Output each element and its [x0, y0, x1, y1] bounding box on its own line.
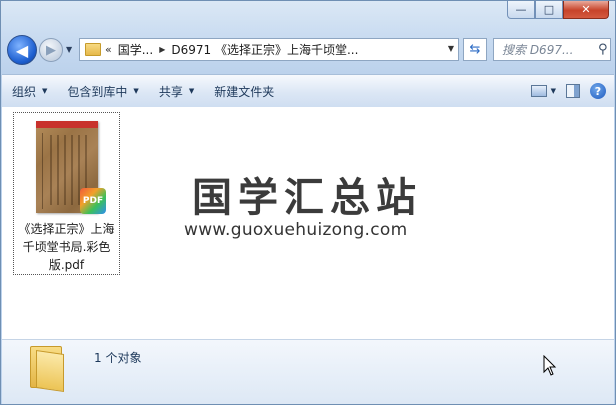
- forward-button[interactable]: ▶: [39, 38, 63, 62]
- folder-front: [36, 350, 64, 392]
- include-in-library-menu[interactable]: 包含到库中 ▼: [57, 79, 148, 103]
- cover-band: [36, 121, 98, 128]
- pdf-icon: PDF: [80, 188, 106, 214]
- share-menu[interactable]: 共享 ▼: [149, 79, 204, 103]
- organize-label: 组织: [12, 84, 37, 99]
- file-name-label: 《选择正宗》上海千顷堂书局.彩色版.pdf: [18, 222, 115, 272]
- breadcrumb-item-current[interactable]: D6971 《选择正宗》上海千顷堂...: [171, 41, 358, 58]
- mouse-cursor-icon: [543, 355, 557, 376]
- preview-pane-icon[interactable]: [566, 84, 580, 98]
- close-button[interactable]: ✕: [563, 1, 609, 19]
- new-folder-label: 新建文件夹: [214, 84, 275, 99]
- recent-pages-dropdown[interactable]: ▼: [66, 45, 72, 54]
- view-icon: [530, 85, 547, 97]
- maximize-button[interactable]: □: [535, 1, 563, 19]
- search-input[interactable]: [500, 41, 596, 58]
- caption-buttons: — □ ✕: [507, 1, 609, 19]
- breadcrumb-item-parent[interactable]: 国学...: [118, 41, 153, 58]
- breadcrumb-overflow[interactable]: «: [105, 43, 112, 56]
- address-bar[interactable]: « 国学... ▶ D6971 《选择正宗》上海千顷堂... ▼: [79, 38, 459, 61]
- chevron-down-icon: ▼: [188, 87, 195, 95]
- refresh-icon: ⇆: [469, 42, 481, 57]
- chevron-down-icon: ▼: [550, 87, 556, 95]
- chevron-down-icon: ▼: [42, 87, 48, 95]
- view-controls: ▼ ?: [530, 79, 606, 103]
- breadcrumb-separator-icon[interactable]: ▶: [159, 45, 165, 54]
- refresh-button[interactable]: ⇆: [463, 38, 487, 61]
- help-icon[interactable]: ?: [590, 83, 606, 99]
- minimize-button[interactable]: —: [507, 1, 535, 19]
- arrow-right-icon: ▶: [46, 42, 56, 58]
- file-list-pane[interactable]: PDF 《选择正宗》上海千顷堂书局.彩色版.pdf 国学汇总站 www.guox…: [2, 107, 614, 340]
- share-label: 共享: [158, 84, 183, 99]
- chevron-down-icon: ▼: [133, 87, 139, 95]
- command-bar: 组织 ▼ 包含到库中 ▼ 共享 ▼ 新建文件夹 ▼ ?: [2, 74, 614, 108]
- folder-icon: [85, 43, 101, 56]
- back-button[interactable]: ◀: [7, 35, 37, 65]
- explorer-window: — □ ✕ ◀ ▶ ▼ « 国学... ▶ D6971 《选择正宗》上海千顷堂.…: [0, 0, 616, 405]
- address-row: ◀ ▶ ▼ « 国学... ▶ D6971 《选择正宗》上海千顷堂... ▼ ⇆…: [7, 35, 611, 65]
- address-dropdown-icon[interactable]: ▼: [448, 44, 454, 53]
- arrow-left-icon: ◀: [15, 40, 29, 60]
- details-pane: 1 个对象: [2, 340, 614, 404]
- include-in-library-label: 包含到库中: [67, 84, 128, 99]
- search-box[interactable]: ⚲: [493, 38, 611, 61]
- item-count: 1 个对象: [94, 351, 142, 365]
- folder-icon: [30, 346, 64, 392]
- change-view-button[interactable]: ▼: [530, 79, 556, 103]
- organize-menu[interactable]: 组织 ▼: [2, 79, 57, 103]
- cover-spine: [42, 133, 43, 209]
- file-item[interactable]: PDF 《选择正宗》上海千顷堂书局.彩色版.pdf: [13, 112, 120, 275]
- watermark-url: www.guoxuehuizong.com: [184, 220, 408, 240]
- search-icon[interactable]: ⚲: [598, 42, 608, 57]
- watermark-title: 国学汇总站: [192, 175, 422, 221]
- breadcrumb: « 国学... ▶ D6971 《选择正宗》上海千顷堂...: [105, 41, 358, 58]
- new-folder-button[interactable]: 新建文件夹: [204, 79, 284, 103]
